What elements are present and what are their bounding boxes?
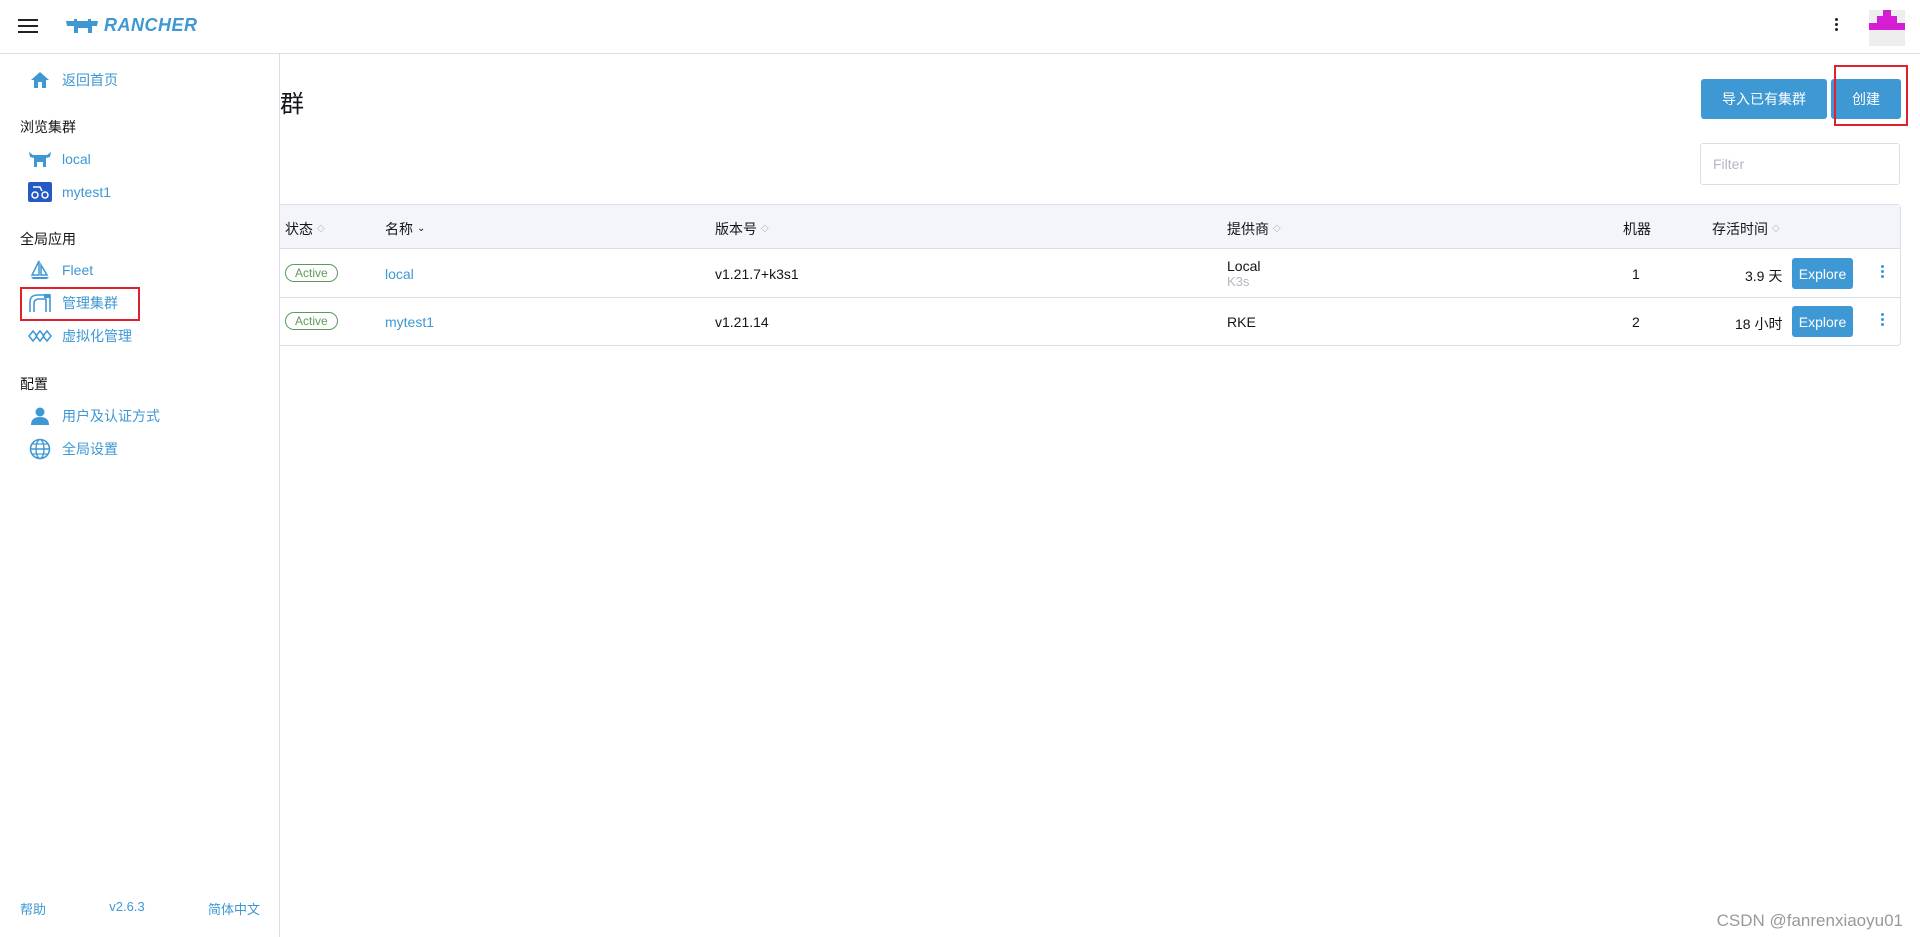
- sidebar-item-label: mytest1: [62, 184, 112, 200]
- explore-button[interactable]: Explore: [1792, 258, 1853, 289]
- sidebar-item-home[interactable]: 返回首页: [28, 68, 118, 92]
- cluster-version: v1.21.7+k3s1: [715, 266, 799, 282]
- cluster-icon: [28, 180, 52, 204]
- column-header-state[interactable]: 状态 ◇: [285, 219, 325, 239]
- group-global-apps: 全局应用: [20, 231, 76, 247]
- version-link[interactable]: v2.6.3: [109, 899, 144, 918]
- brand-name: RANCHER: [104, 15, 198, 35]
- cluster-machines: 2: [1632, 314, 1640, 330]
- status-badge: Active: [285, 312, 338, 330]
- column-label: 状态: [285, 221, 313, 237]
- cluster-age: 18 小时: [1735, 316, 1783, 332]
- cluster-provider-sub: K3s: [1227, 274, 1250, 289]
- help-link[interactable]: 帮助: [20, 899, 46, 918]
- sidebar: 返回首页 浏览集群 local mytest1 全局应用 Fleet 管理集群 …: [0, 54, 280, 937]
- highlight-annotation: [20, 287, 140, 321]
- column-header-age[interactable]: 存活时间 ◇: [1712, 219, 1780, 239]
- watermark: CSDN @fanrenxiaoyu01: [1716, 911, 1903, 930]
- sidebar-footer: 帮助 v2.6.3 简体中文: [20, 899, 260, 918]
- sailboat-icon: [28, 258, 52, 282]
- row-actions-icon[interactable]: [1876, 311, 1888, 331]
- cluster-version: v1.21.14: [715, 314, 769, 330]
- avatar-pattern-icon: [1869, 10, 1905, 30]
- clusters-table: 状态 ◇ 名称 ⌄ 版本号 ◇ 提供商 ◇ 机器 存活时间 ◇ Active l…: [280, 204, 1901, 346]
- cow-icon: [28, 147, 52, 171]
- cluster-name-link[interactable]: mytest1: [385, 314, 434, 330]
- virtualization-icon: [28, 324, 52, 348]
- sort-icon: ◇: [1273, 223, 1281, 234]
- import-cluster-button[interactable]: 导入已有集群: [1701, 79, 1827, 119]
- highlight-annotation: [1834, 65, 1908, 126]
- home-icon: [28, 68, 52, 92]
- status-badge: Active: [285, 264, 338, 282]
- user-icon: [28, 404, 52, 428]
- column-header-machines: 机器: [1623, 219, 1651, 239]
- globe-icon: [28, 437, 52, 461]
- avatar[interactable]: [1869, 10, 1905, 46]
- top-header: RANCHER: [0, 0, 1920, 54]
- column-header-name[interactable]: 名称 ⌄: [385, 219, 425, 239]
- cluster-machines: 1: [1632, 266, 1640, 282]
- sidebar-item-mytest1[interactable]: mytest1: [28, 180, 111, 204]
- rancher-cow-icon: [66, 18, 98, 33]
- cluster-provider: RKE: [1227, 314, 1256, 330]
- column-label: 机器: [1623, 221, 1651, 237]
- group-configuration: 配置: [20, 376, 48, 392]
- page-title: 群: [280, 91, 304, 118]
- language-selector[interactable]: 简体中文: [208, 899, 260, 918]
- sort-icon: ◇: [317, 223, 325, 234]
- column-header-provider[interactable]: 提供商 ◇: [1227, 219, 1281, 239]
- sidebar-item-users-auth[interactable]: 用户及认证方式: [28, 404, 160, 428]
- cluster-provider: Local: [1227, 258, 1261, 274]
- sidebar-item-label: local: [62, 151, 91, 167]
- more-options-icon[interactable]: [1830, 16, 1842, 38]
- column-label: 版本号: [715, 221, 757, 237]
- sort-desc-icon: ⌄: [417, 223, 426, 234]
- sidebar-item-local[interactable]: local: [28, 147, 91, 171]
- cluster-age: 3.9 天: [1745, 268, 1783, 284]
- column-label: 提供商: [1227, 221, 1269, 237]
- column-label: 存活时间: [1712, 221, 1768, 237]
- table-header: 状态 ◇ 名称 ⌄ 版本号 ◇ 提供商 ◇ 机器 存活时间 ◇: [280, 205, 1900, 249]
- group-browse-clusters: 浏览集群: [20, 119, 76, 135]
- sort-icon: ◇: [761, 223, 769, 234]
- sidebar-item-label: 全局设置: [62, 441, 118, 457]
- table-row: Active mytest1 v1.21.14 RKE 2 18 小时 Expl…: [280, 298, 1900, 346]
- sidebar-item-label: Fleet: [62, 262, 94, 278]
- row-actions-icon[interactable]: [1876, 263, 1888, 283]
- sidebar-item-fleet[interactable]: Fleet: [28, 258, 93, 282]
- explore-button[interactable]: Explore: [1792, 306, 1853, 337]
- sidebar-item-global-settings[interactable]: 全局设置: [28, 437, 118, 461]
- table-row: Active local v1.21.7+k3s1 Local K3s 1 3.…: [280, 250, 1900, 298]
- sidebar-item-label: 虚拟化管理: [62, 328, 132, 344]
- sidebar-item-label: 用户及认证方式: [62, 408, 160, 424]
- sidebar-item-virtualization[interactable]: 虚拟化管理: [28, 324, 132, 348]
- filter-input[interactable]: [1700, 143, 1900, 185]
- sort-icon: ◇: [1772, 223, 1780, 234]
- column-header-version[interactable]: 版本号 ◇: [715, 219, 769, 239]
- sidebar-item-label: 返回首页: [62, 72, 118, 88]
- column-label: 名称: [385, 221, 413, 237]
- cluster-name-link[interactable]: local: [385, 266, 414, 282]
- menu-icon[interactable]: [18, 19, 38, 35]
- rancher-logo[interactable]: RANCHER: [64, 15, 198, 36]
